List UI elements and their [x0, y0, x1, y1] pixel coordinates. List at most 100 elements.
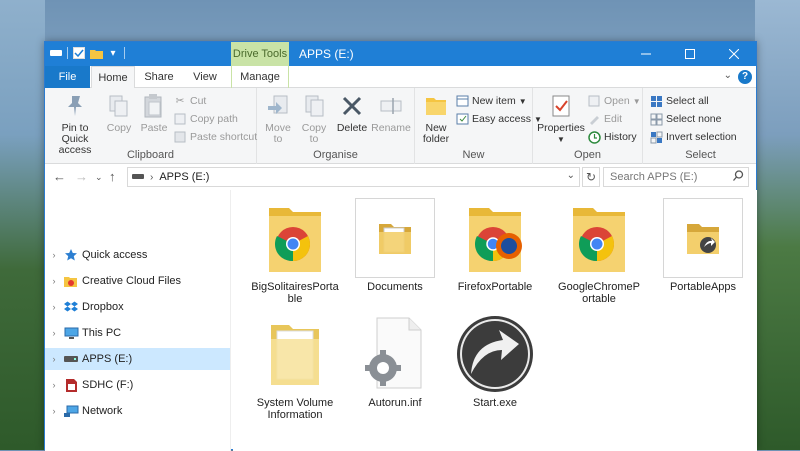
file-name-line1: FirefoxPortable: [457, 281, 533, 293]
expand-chevron-icon[interactable]: ›: [45, 328, 63, 338]
up-arrow-icon[interactable]: ↑: [109, 169, 116, 184]
tab-file[interactable]: File: [45, 66, 90, 88]
minimize-button[interactable]: [624, 42, 668, 66]
file-item[interactable]: Start.exe: [447, 314, 543, 409]
file-item[interactable]: PortableApps: [655, 198, 751, 293]
search-icon: [733, 170, 744, 184]
nav-item-quick-access[interactable]: › Quick access: [45, 244, 230, 266]
file-item[interactable]: Documents: [347, 198, 443, 293]
nav-item-dropbox[interactable]: › Dropbox: [45, 296, 230, 318]
nav-item-label: APPS (E:): [82, 353, 133, 365]
copy-path-label: Copy path: [190, 113, 238, 125]
search-input[interactable]: Search APPS (E:): [610, 171, 697, 183]
expand-chevron-icon[interactable]: ›: [45, 380, 63, 390]
help-icon[interactable]: ?: [738, 70, 752, 84]
paste-button[interactable]: Paste: [137, 91, 171, 134]
expand-chevron-icon[interactable]: ›: [45, 276, 63, 286]
recent-locations-chevron-icon[interactable]: ⌄: [95, 172, 103, 183]
history-button[interactable]: History: [587, 129, 637, 145]
easy-access-icon: [455, 112, 469, 126]
window-title: APPS (E:): [299, 47, 354, 61]
invert-selection-button[interactable]: Invert selection: [649, 129, 737, 145]
new-folder-label-line2: folder: [422, 133, 450, 145]
nav-item-apps-drive[interactable]: › APPS (E:): [45, 348, 230, 370]
address-row: ← → ⌄ ↑ › APPS (E:) ⌄ ↻ Search APPS (E:): [45, 164, 756, 190]
select-none-icon: [649, 112, 663, 126]
navigation-pane: › Quick access › Creative Cloud Files › …: [45, 190, 231, 451]
copy-button[interactable]: Copy: [103, 91, 135, 134]
select-all-button[interactable]: Select all: [649, 93, 709, 109]
close-button[interactable]: [712, 42, 756, 66]
easy-access-button[interactable]: Easy access ▼: [455, 111, 542, 127]
nav-item-sdhc-drive[interactable]: › SDHC (F:): [45, 374, 230, 396]
new-folder-icon[interactable]: [89, 46, 103, 60]
breadcrumb-apps-drive[interactable]: APPS (E:): [159, 171, 209, 183]
clipboard-group-label: Clipboard: [126, 149, 175, 161]
creative-cloud-icon: [63, 273, 79, 289]
nav-item-network[interactable]: › Network: [45, 400, 230, 422]
new-item-icon: [455, 94, 469, 108]
address-dropdown-icon[interactable]: ⌄: [567, 170, 575, 181]
pin-to-quick-access-button[interactable]: Pin to Quick access: [47, 91, 103, 156]
file-item[interactable]: System Volume Information: [247, 314, 343, 421]
ribbon-expand-icon[interactable]: ⌄: [724, 70, 732, 81]
edit-button[interactable]: Edit: [587, 111, 622, 127]
delete-label: Delete: [336, 122, 368, 134]
expand-chevron-icon[interactable]: ›: [45, 250, 63, 260]
nav-item-this-pc[interactable]: › This PC: [45, 322, 230, 344]
delete-button[interactable]: Delete: [335, 91, 369, 134]
properties-check-icon[interactable]: [72, 46, 86, 60]
file-name-line1: Documents: [367, 281, 423, 293]
portableapps-folder-icon: [663, 198, 743, 278]
expand-chevron-icon[interactable]: ›: [45, 406, 63, 416]
copy-label: Copy: [106, 122, 132, 134]
settings-file-icon: [355, 314, 435, 394]
file-item[interactable]: FirefoxPortable: [447, 198, 543, 293]
properties-icon: [546, 91, 576, 121]
file-list: BigSolitairesPorta ble Documents Firefox…: [233, 190, 757, 451]
expand-chevron-icon[interactable]: ›: [45, 354, 63, 364]
file-item[interactable]: BigSolitairesPorta ble: [247, 198, 343, 305]
copy-path-button[interactable]: Copy path: [173, 111, 238, 127]
move-to-button[interactable]: Move to: [261, 91, 295, 145]
search-box[interactable]: Search APPS (E:): [603, 167, 749, 187]
move-to-icon: [263, 91, 293, 121]
new-folder-button[interactable]: New folder: [419, 91, 453, 145]
copy-to-button[interactable]: Copy to: [297, 91, 331, 145]
file-item[interactable]: Autorun.inf: [347, 314, 443, 409]
refresh-button[interactable]: ↻: [582, 167, 600, 187]
desktop-background-right: [755, 0, 800, 450]
tab-view[interactable]: View: [183, 66, 227, 88]
select-none-button[interactable]: Select none: [649, 111, 721, 127]
edit-icon: [587, 112, 601, 126]
tab-share[interactable]: Share: [137, 66, 181, 88]
customize-toolbar-icon[interactable]: ▾: [106, 46, 120, 60]
toolbar-separator: [67, 47, 68, 59]
open-label: Open: [604, 95, 630, 107]
file-name-line2: Information: [267, 409, 323, 421]
paste-shortcut-button[interactable]: Paste shortcut: [173, 129, 257, 145]
cut-button[interactable]: ✂ Cut: [173, 93, 207, 109]
properties-button[interactable]: Properties ▼: [537, 91, 585, 145]
select-all-icon: [649, 94, 663, 108]
maximize-button[interactable]: [668, 42, 712, 66]
address-bar[interactable]: › APPS (E:) ⌄: [127, 167, 580, 187]
file-name-line1: BigSolitairesPorta: [251, 281, 339, 293]
tab-home[interactable]: Home: [91, 66, 135, 89]
tab-manage[interactable]: Manage: [231, 66, 289, 88]
new-group: New folder New item ▼ Easy access ▼ New: [415, 88, 542, 164]
nav-item-creative-cloud-files[interactable]: › Creative Cloud Files: [45, 270, 230, 292]
back-arrow-icon[interactable]: ←: [53, 169, 66, 184]
rename-icon: [376, 91, 406, 121]
toolbar-separator: [124, 47, 125, 59]
new-item-button[interactable]: New item ▼: [455, 93, 527, 109]
file-name-line1: PortableApps: [669, 281, 737, 293]
expand-chevron-icon[interactable]: ›: [45, 302, 63, 312]
chrome-folder-icon: [559, 198, 639, 278]
open-button[interactable]: Open ▼: [587, 93, 641, 109]
nav-item-label: Network: [82, 405, 123, 417]
file-item[interactable]: GoogleChromeP ortable: [551, 198, 647, 305]
rename-button[interactable]: Rename: [371, 91, 411, 134]
file-name-line2: ble: [287, 293, 303, 305]
forward-arrow-icon[interactable]: →: [75, 169, 88, 184]
